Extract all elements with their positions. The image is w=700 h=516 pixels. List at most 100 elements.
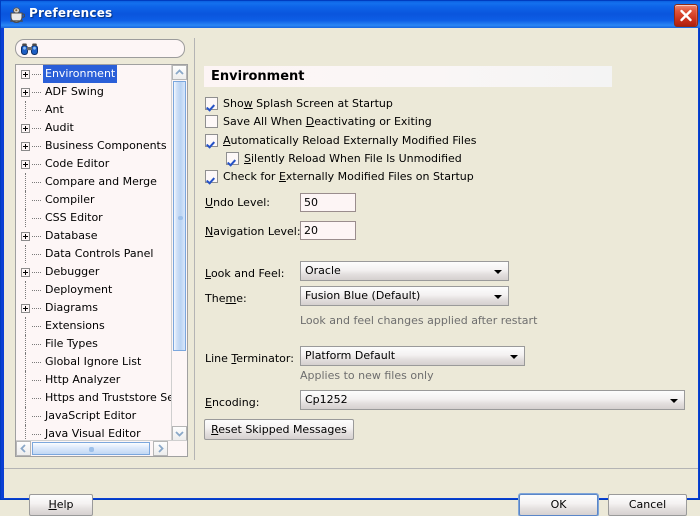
expand-toggle-icon[interactable] xyxy=(21,232,30,241)
tree-connector-dash xyxy=(32,272,41,274)
tree-item-file-types[interactable]: File Types xyxy=(16,335,173,353)
page-title: Environment xyxy=(211,69,305,84)
tree-item-label: Http Analyzer xyxy=(45,373,121,386)
tree-item-environment[interactable]: Environment xyxy=(16,65,173,83)
tree-item-label: Compiler xyxy=(45,193,95,206)
tree-horizontal-scrollbar[interactable] xyxy=(16,440,187,456)
theme-combobox[interactable]: Fusion Blue (Default) xyxy=(300,286,509,306)
expand-toggle-icon[interactable] xyxy=(21,304,30,313)
checkbox-box[interactable] xyxy=(205,115,218,128)
tree-item-global-ignore-list[interactable]: Global Ignore List xyxy=(16,353,173,371)
tree-viewport: Environment ADF Swing Ant Audit Business Com… xyxy=(16,65,173,441)
tree-connector-line xyxy=(25,245,27,263)
checkbox-label: Check for Externally Modified Files on S… xyxy=(223,170,474,183)
tree-item-diagrams[interactable]: Diagrams xyxy=(16,299,173,317)
scroll-down-button[interactable] xyxy=(172,426,187,441)
look-and-feel-hint: Look and feel changes applied after rest… xyxy=(300,314,538,327)
tree-item-https-and-truststore-settin[interactable]: Https and Truststore Settin xyxy=(16,389,173,407)
cancel-button[interactable]: Cancel xyxy=(608,494,687,516)
tree-vertical-scrollbar[interactable] xyxy=(171,65,187,441)
expand-toggle-icon[interactable] xyxy=(21,88,30,97)
navigation-level-field[interactable]: 20 xyxy=(300,221,356,240)
tree-item-label: Business Components xyxy=(45,139,167,152)
tree-item-ant[interactable]: Ant xyxy=(16,101,173,119)
look-and-feel-combobox[interactable]: Oracle xyxy=(300,261,509,281)
tree-connector-dash xyxy=(32,200,41,202)
tree-connector-dash xyxy=(32,434,41,436)
tree-item-business-components[interactable]: Business Components xyxy=(16,137,173,155)
line-terminator-hint: Applies to new files only xyxy=(300,369,434,382)
tree-connector-dash xyxy=(32,74,41,76)
expand-toggle-icon[interactable] xyxy=(21,70,30,79)
tree-item-adf-swing[interactable]: ADF Swing xyxy=(16,83,173,101)
line-terminator-combobox[interactable]: Platform Default xyxy=(300,346,525,366)
scroll-right-button[interactable] xyxy=(153,441,168,456)
tree-vertical-scrollbar-thumb[interactable] xyxy=(173,81,186,351)
expand-toggle-icon[interactable] xyxy=(21,124,30,133)
line-terminator-value: Platform Default xyxy=(305,349,396,362)
checkbox-box[interactable] xyxy=(205,134,218,147)
tree-item-label: Environment xyxy=(43,65,118,83)
expand-toggle-icon[interactable] xyxy=(21,268,30,277)
tree-connector-line xyxy=(25,425,27,441)
encoding-value: Cp1252 xyxy=(305,393,348,406)
tree-item-javascript-editor[interactable]: JavaScript Editor xyxy=(16,407,173,425)
tree-item-css-editor[interactable]: CSS Editor xyxy=(16,209,173,227)
tree-item-java-visual-editor[interactable]: Java Visual Editor xyxy=(16,425,173,441)
chevron-down-icon xyxy=(494,270,502,274)
undo-level-field[interactable]: 50 xyxy=(300,193,356,212)
title-bar[interactable]: Preferences xyxy=(1,1,700,28)
tree-item-compiler[interactable]: Compiler xyxy=(16,191,173,209)
tree-connector-dash xyxy=(32,362,41,364)
expand-toggle-icon[interactable] xyxy=(21,142,30,151)
tree-item-http-analyzer[interactable]: Http Analyzer xyxy=(16,371,173,389)
tree-item-debugger[interactable]: Debugger xyxy=(16,263,173,281)
tree-connector-line xyxy=(25,317,27,335)
line-terminator-label: Line Terminator: xyxy=(205,352,294,365)
tree-connector-dash xyxy=(32,380,41,382)
checkbox-box[interactable] xyxy=(205,170,218,183)
chevron-up-icon xyxy=(175,69,184,75)
tree-connector-dash xyxy=(32,110,41,112)
checkbox-label: Show Splash Screen at Startup xyxy=(223,97,393,110)
ok-button[interactable]: OK xyxy=(519,494,598,516)
tree-item-compare-and-merge[interactable]: Compare and Merge xyxy=(16,173,173,191)
checkbox-box[interactable] xyxy=(205,97,218,110)
tree-connector-dash xyxy=(32,164,41,166)
chevron-down-icon xyxy=(494,295,502,299)
tree-item-extensions[interactable]: Extensions xyxy=(16,317,173,335)
tree-item-label: Java Visual Editor xyxy=(45,427,141,440)
expand-toggle-icon[interactable] xyxy=(21,160,30,169)
scroll-up-button[interactable] xyxy=(172,65,187,80)
scrollbar-grip xyxy=(89,447,94,452)
tree-connector-dash xyxy=(32,254,41,256)
tree-connector-dash xyxy=(32,92,41,94)
tree-connector-line xyxy=(25,173,27,191)
tree-connector-dash xyxy=(32,128,41,130)
chevron-left-icon xyxy=(20,444,26,453)
tree-item-label: ADF Swing xyxy=(45,85,104,98)
tree-item-audit[interactable]: Audit xyxy=(16,119,173,137)
tree-item-data-controls-panel[interactable]: Data Controls Panel xyxy=(16,245,173,263)
panel-header: Environment xyxy=(204,66,612,87)
tree-connector-dash xyxy=(32,308,41,310)
search-input[interactable] xyxy=(15,39,185,58)
tree-item-deployment[interactable]: Deployment xyxy=(16,281,173,299)
tree-horizontal-scrollbar-thumb[interactable] xyxy=(32,442,150,455)
tree-item-label: Deployment xyxy=(45,283,113,296)
encoding-combobox[interactable]: Cp1252 xyxy=(300,390,685,410)
reset-skipped-messages-button[interactable]: Reset Skipped Messages xyxy=(204,419,354,440)
tree-item-label: Debugger xyxy=(45,265,100,278)
help-button[interactable]: Help xyxy=(29,494,93,516)
tree-connector-line xyxy=(25,335,27,353)
tree-connector-line xyxy=(25,191,27,209)
preferences-category-tree[interactable]: Environment ADF Swing Ant Audit Business Com… xyxy=(15,64,188,457)
close-button[interactable] xyxy=(674,4,698,27)
tree-item-label: JavaScript Editor xyxy=(45,409,137,422)
chevron-down-icon xyxy=(670,399,678,403)
scroll-left-button[interactable] xyxy=(16,441,31,456)
window-title: Preferences xyxy=(29,6,113,20)
checkbox-box[interactable] xyxy=(226,152,239,165)
tree-item-code-editor[interactable]: Code Editor xyxy=(16,155,173,173)
tree-item-database[interactable]: Database xyxy=(16,227,173,245)
